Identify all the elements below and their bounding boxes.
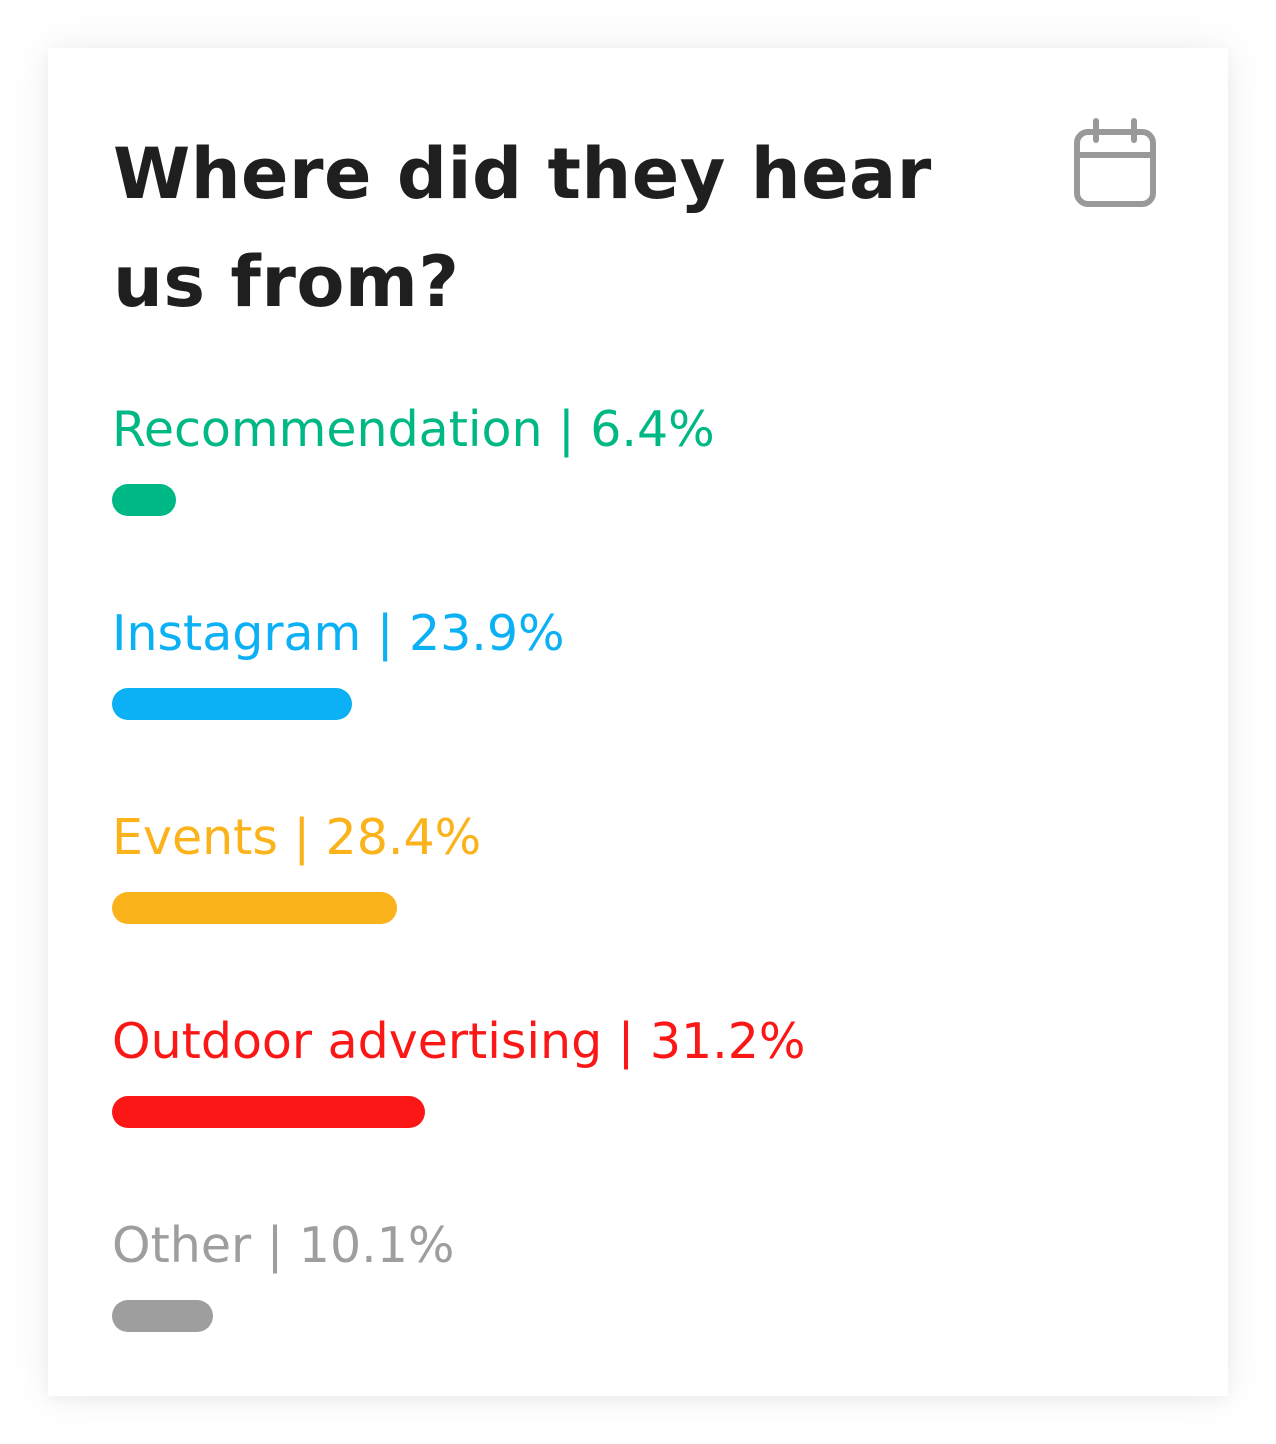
chart-row: Events | 28.4%	[112, 796, 1162, 1000]
bar-label: Other | 10.1%	[112, 1217, 455, 1274]
bar-label: Outdoor advertising | 31.2%	[112, 1013, 806, 1070]
bar	[112, 1300, 214, 1332]
bar	[112, 688, 352, 720]
calendar-icon	[1074, 118, 1156, 207]
bar-track	[112, 1096, 1115, 1128]
chart-card: Where did they hear us from? Recommendat…	[48, 48, 1228, 1396]
chart-title: Where did they hear us from?	[113, 133, 932, 323]
bar-list: Recommendation | 6.4% Instagram | 23.9% Ev…	[112, 388, 1162, 1408]
bar	[112, 484, 177, 516]
chart-row: Outdoor advertising | 31.2%	[112, 1000, 1162, 1204]
chart-row: Recommendation | 6.4%	[112, 388, 1162, 592]
bar-label: Instagram | 23.9%	[112, 605, 565, 662]
calendar-button[interactable]	[1072, 118, 1160, 210]
bar-track	[112, 688, 1115, 720]
bar-track	[112, 484, 1115, 516]
bar-track	[112, 892, 1115, 924]
bar-label: Events | 28.4%	[112, 809, 482, 866]
bar-track	[112, 1300, 1115, 1332]
chart-row: Instagram | 23.9%	[112, 592, 1162, 796]
chart-row: Other | 10.1%	[112, 1204, 1162, 1408]
bar-label: Recommendation | 6.4%	[112, 401, 715, 458]
bar	[112, 892, 397, 924]
bar	[112, 1096, 425, 1128]
